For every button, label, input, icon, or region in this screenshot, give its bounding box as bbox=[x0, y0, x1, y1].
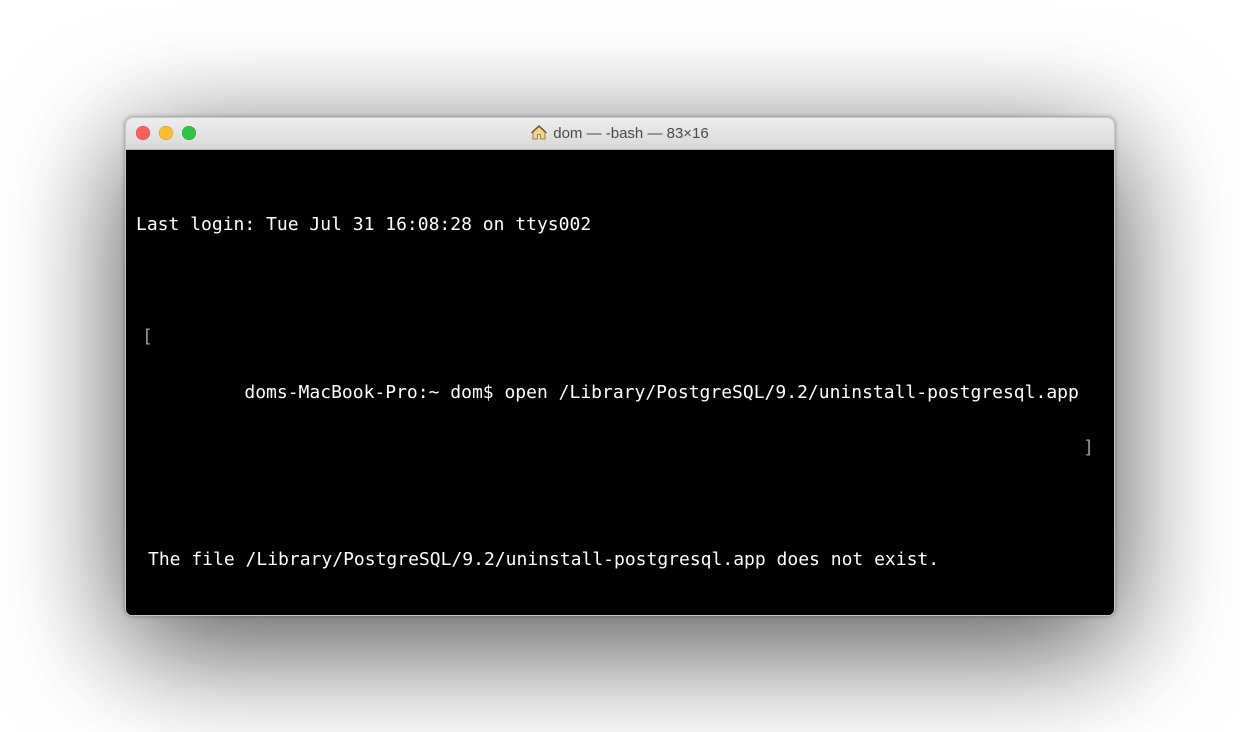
bracket-left: [ bbox=[142, 323, 153, 351]
home-icon bbox=[531, 125, 547, 141]
window-title: dom — -bash — 83×16 bbox=[126, 125, 1114, 142]
close-button[interactable] bbox=[136, 126, 150, 140]
terminal-content[interactable]: Last login: Tue Jul 31 16:08:28 on ttys0… bbox=[126, 150, 1114, 615]
login-message: Last login: Tue Jul 31 16:08:28 on ttys0… bbox=[136, 211, 1104, 239]
window-title-text: dom — -bash — 83×16 bbox=[553, 125, 709, 142]
traffic-lights bbox=[136, 126, 196, 140]
minimize-button[interactable] bbox=[159, 126, 173, 140]
command-output: The file /Library/PostgreSQL/9.2/uninsta… bbox=[148, 546, 1104, 574]
maximize-button[interactable] bbox=[182, 126, 196, 140]
shell-prompt: doms-MacBook-Pro:~ dom$ bbox=[244, 382, 504, 403]
command-text: open /Library/PostgreSQL/9.2/uninstall-p… bbox=[504, 382, 1078, 403]
terminal-window: dom — -bash — 83×16 Last login: Tue Jul … bbox=[125, 117, 1115, 616]
bracket-right: ] bbox=[1083, 434, 1094, 462]
window-titlebar[interactable]: dom — -bash — 83×16 bbox=[126, 118, 1114, 150]
